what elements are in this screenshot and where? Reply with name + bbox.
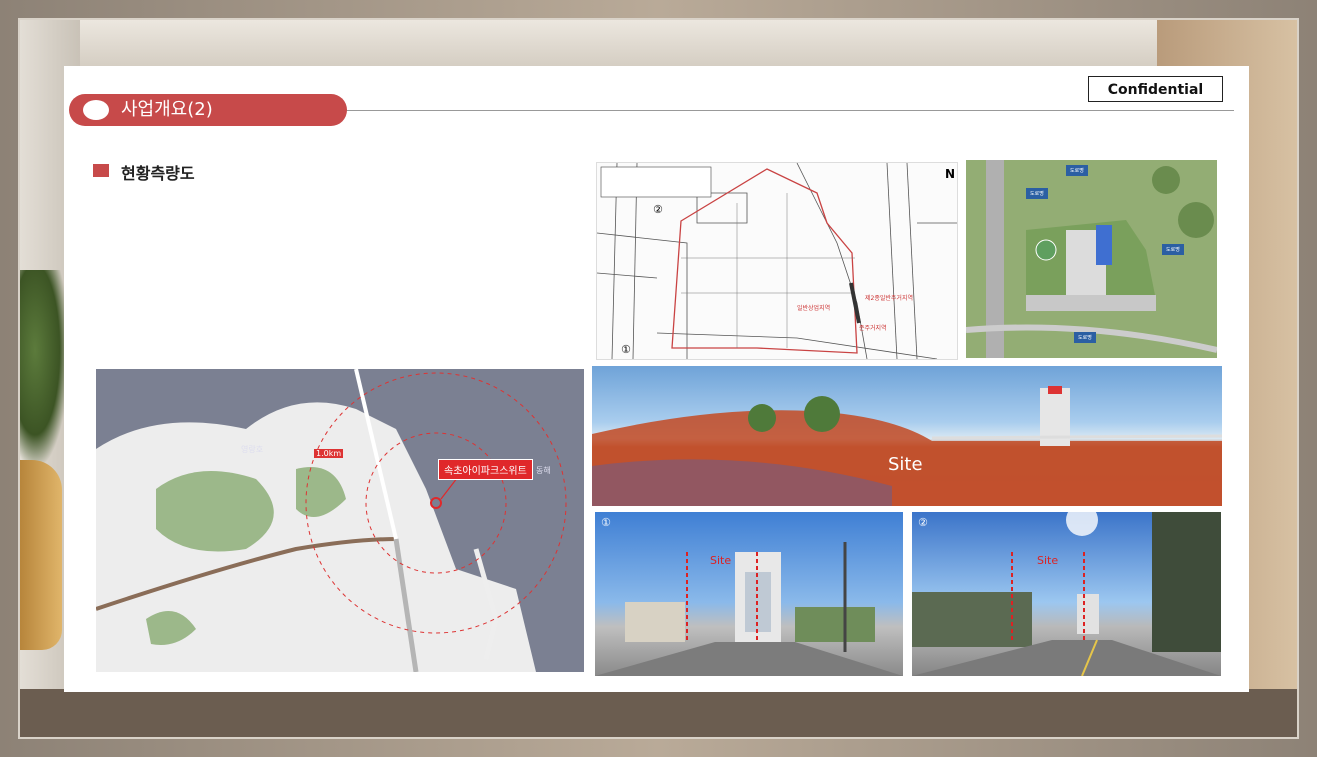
zone-label-semi-residential: 준주거지역: [859, 325, 887, 332]
panorama-site-label: Site: [888, 454, 923, 475]
survey-lines: [597, 163, 957, 359]
photo-number-1: ①: [601, 516, 611, 529]
presentation-slide: Confidential 사업개요(2) 현황측량도 ② ① N 일반상업지역 …: [64, 66, 1249, 692]
title-rule: [344, 110, 1234, 111]
survey-drawing: ② ① N 일반상업지역 제2종일반주거지역 준주거지역: [596, 162, 958, 360]
plan-label: 도로명: [1026, 188, 1048, 199]
street-photo-2-drawing: [912, 512, 1221, 676]
site-plan-image: 도로명 도로명 도로명 도로명: [966, 160, 1217, 358]
street-photo-1: ① Site: [595, 512, 903, 676]
plan-label: 도로명: [1074, 332, 1096, 343]
location-map: 속초아이파크스위트 영랑호 동해 1.0km: [96, 369, 584, 672]
plant: [20, 270, 70, 470]
north-arrow-icon: N: [945, 167, 956, 181]
panorama-drawing: [592, 386, 1222, 506]
title-bullet-icon: [83, 100, 109, 120]
subsection-title: 현황측량도: [121, 164, 195, 183]
photo-number-2: ②: [918, 516, 928, 529]
section-title: 사업개요(2): [121, 99, 213, 120]
section-title-banner: 사업개요(2): [69, 94, 347, 126]
map-drawing: [96, 369, 584, 672]
radius-label: 1.0km: [314, 449, 344, 458]
survey-circle-1: ①: [621, 343, 631, 356]
zone-label-commercial: 일반상업지역: [797, 305, 831, 312]
square-bullet-icon: [93, 164, 109, 177]
zone-label-residential: 제2종일반주거지역: [865, 295, 913, 302]
street-1-site-label: Site: [710, 554, 732, 567]
lake-label: 영랑호: [241, 445, 264, 454]
street-photo-1-drawing: [595, 542, 903, 676]
plan-label: 도로명: [1066, 165, 1088, 176]
street-photo-2: ② Site: [912, 512, 1221, 676]
survey-circle-2: ②: [653, 203, 663, 216]
site-panorama: Site: [592, 366, 1222, 506]
plan-label: 도로명: [1162, 244, 1184, 255]
floor: [20, 689, 1297, 737]
cabinet-top: [80, 20, 1180, 66]
site-plan-drawing: [966, 160, 1217, 358]
site-callout: 속초아이파크스위트: [438, 459, 533, 480]
confidential-label: Confidential: [1088, 76, 1223, 102]
sea-label: 동해: [536, 466, 551, 475]
street-2-site-label: Site: [1037, 554, 1059, 567]
vase: [20, 460, 62, 650]
